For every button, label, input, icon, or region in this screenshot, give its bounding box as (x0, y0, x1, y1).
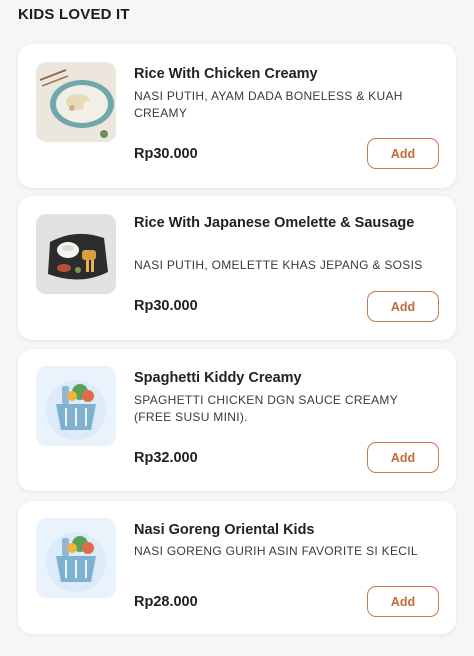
add-button[interactable]: Add (367, 442, 439, 473)
menu-item-name: Rice With Chicken Creamy (134, 66, 318, 82)
menu-item-card[interactable]: Rice With Chicken Creamy NASI PUTIH, AYA… (18, 44, 456, 188)
menu-item-description: NASI GORENG GURIH ASIN FAVORITE SI KECIL (134, 544, 418, 558)
grocery-basket-icon (36, 518, 116, 598)
menu-item-name: Nasi Goreng Oriental Kids (134, 522, 315, 538)
menu-item-price: Rp28.000 (134, 594, 198, 610)
add-button[interactable]: Add (367, 138, 439, 169)
bento-plate-icon (36, 214, 116, 294)
menu-item-price: Rp30.000 (134, 146, 198, 162)
menu-item-card[interactable]: Rice With Japanese Omelette & Sausage NA… (18, 196, 456, 340)
add-button[interactable]: Add (367, 291, 439, 322)
menu-item-description: NASI PUTIH, OMELETTE KHAS JEPANG & SOSIS (134, 258, 423, 272)
menu-item-name: Spaghetti Kiddy Creamy (134, 370, 302, 386)
menu-item-price: Rp32.000 (134, 450, 198, 466)
menu-item-card[interactable]: Nasi Goreng Oriental Kids NASI GORENG GU… (18, 501, 456, 634)
menu-item-description: NASI PUTIH, AYAM DADA BONELESS & KUAH CR… (134, 89, 403, 120)
section-title: KIDS LOVED IT (18, 6, 130, 23)
menu-item-price: Rp30.000 (134, 298, 198, 314)
menu-item-description: SPAGHETTI CHICKEN DGN SAUCE CREAMY (FREE… (134, 393, 398, 424)
grocery-basket-icon (36, 366, 116, 446)
menu-item-name: Rice With Japanese Omelette & Sausage (134, 215, 415, 231)
menu-item-card[interactable]: Spaghetti Kiddy Creamy SPAGHETTI CHICKEN… (18, 349, 456, 491)
add-button[interactable]: Add (367, 586, 439, 617)
creamy-chicken-rice-plate-icon (36, 62, 116, 142)
